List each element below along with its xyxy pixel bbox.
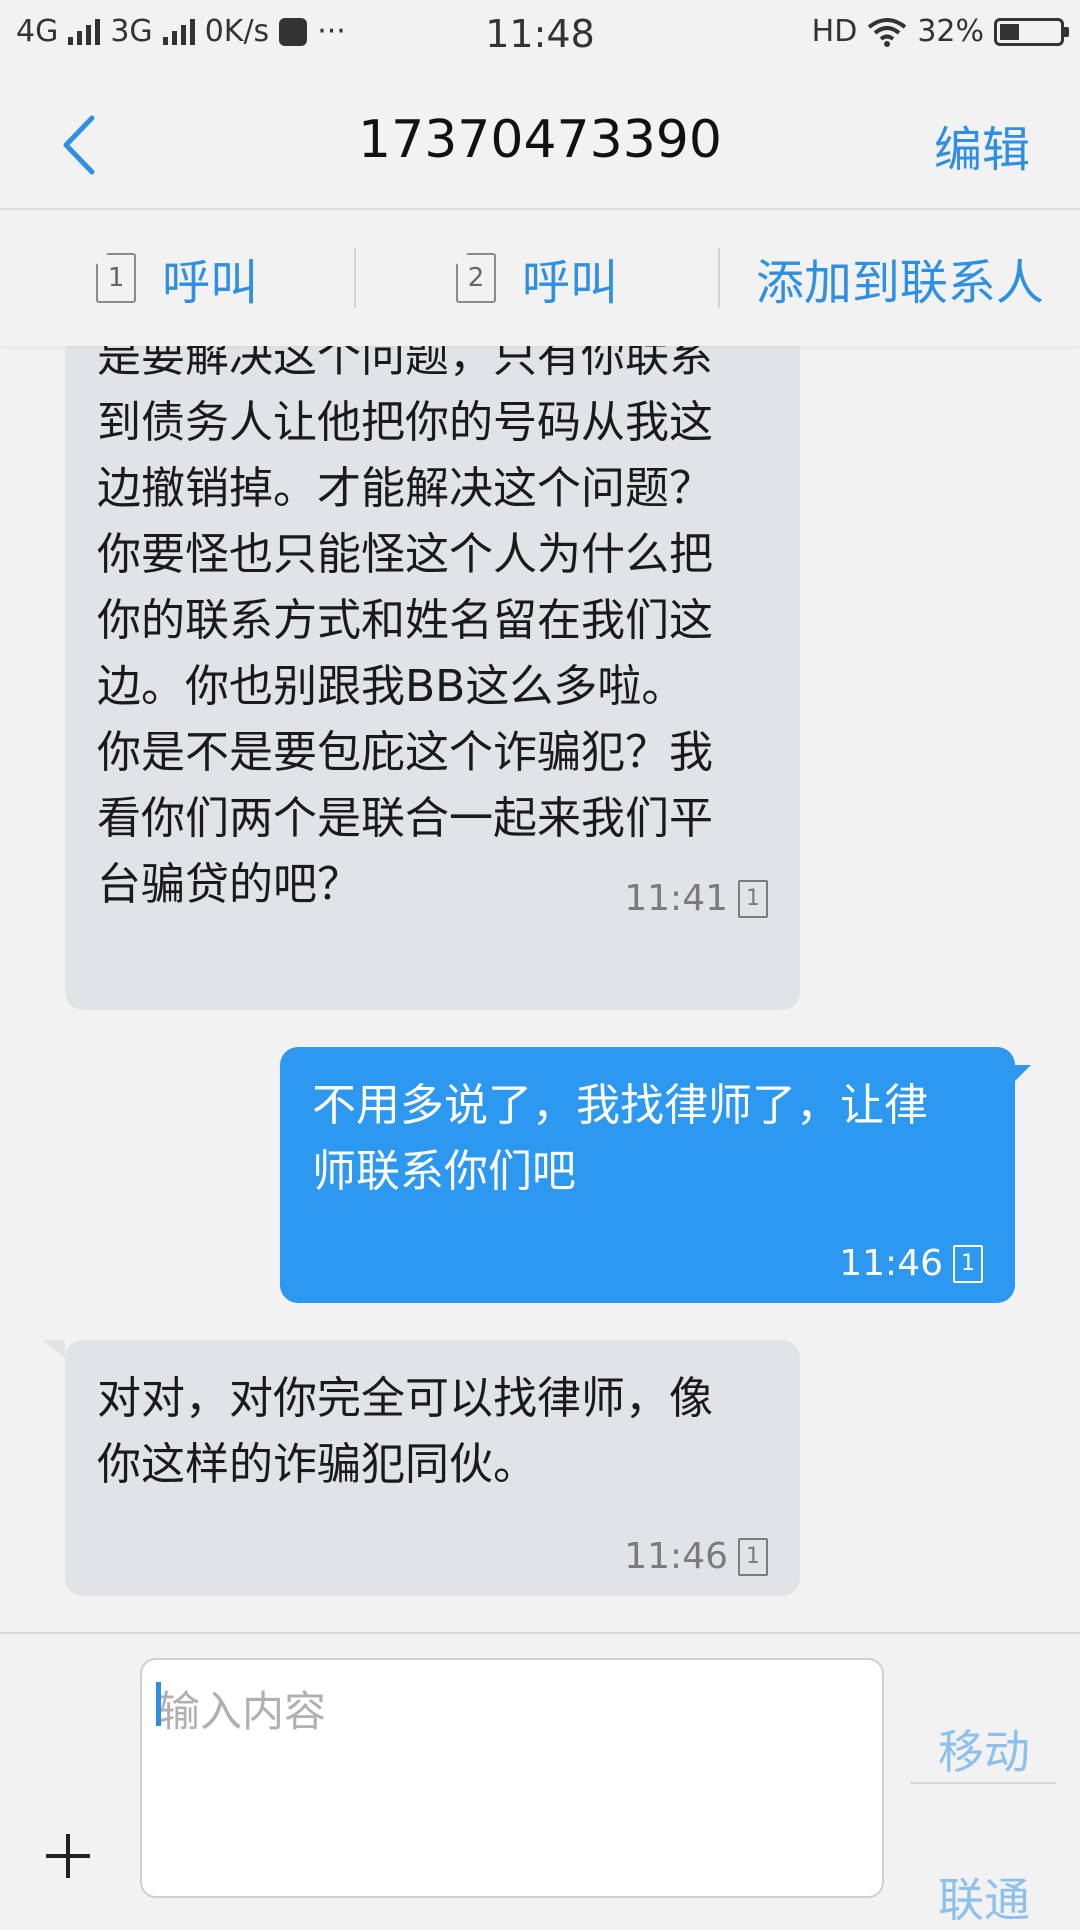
divider: [910, 1782, 1056, 1784]
battery-percent: 32%: [917, 14, 984, 49]
message-input-placeholder: 输入内容: [158, 1687, 327, 1736]
status-right: HD 32%: [811, 14, 1069, 49]
action-row: 1 呼叫 2 呼叫 添加到联系人: [0, 210, 1080, 346]
call-sim1-button[interactable]: 1 呼叫: [0, 210, 354, 346]
call-sim2-label: 呼叫: [522, 255, 619, 311]
sim-card-1-icon: 1: [96, 253, 137, 303]
sim-card-2-icon: 2: [456, 253, 496, 303]
message-meta: 11:41 1: [624, 878, 768, 919]
call-sim1-label: 呼叫: [162, 255, 259, 311]
sim-card-icon: 1: [738, 879, 768, 918]
add-to-contacts-button[interactable]: 添加到联系人: [720, 210, 1080, 346]
send-via-unicom-button[interactable]: 联通: [938, 1864, 1030, 1930]
bubble-tail: [1015, 1065, 1031, 1081]
message-text: 不用多说了，我找律师了，让律 师联系你们吧: [312, 1080, 928, 1197]
compose-bar: 输入内容 移动 联通: [0, 1632, 1080, 1927]
hd-label: HD: [811, 14, 858, 49]
incoming-message[interactable]: 对对，对你完全可以找律师，像 你这样的诈骗犯同伙。 11:46 1: [43, 1340, 800, 1596]
status-bar: 4G 3G 0K/s ··· 11:48 HD 32%: [0, 0, 1080, 80]
edit-button[interactable]: 编辑: [934, 110, 1030, 180]
incoming-message[interactable]: 是要解决这个问题，只有你联系 到债务人让他把你的号码从我这 边撤销掉。才能解决这…: [65, 346, 800, 1010]
sim-card-icon: 1: [738, 1537, 768, 1576]
message-meta: 11:46 1: [839, 1243, 983, 1284]
bubble-tail: [43, 1340, 65, 1358]
message-text: 对对，对你完全可以找律师，像 你这样的诈骗犯同伙。: [97, 1373, 713, 1490]
conversation-header: 17370473390 编辑: [0, 80, 1080, 210]
battery-icon: [994, 17, 1069, 46]
message-time: 11:46: [839, 1243, 943, 1284]
message-meta: 11:46 1: [624, 1536, 768, 1577]
text-cursor: [156, 1682, 161, 1726]
outgoing-message[interactable]: 不用多说了，我找律师了，让律 师联系你们吧 11:46 1: [280, 1047, 1031, 1303]
wifi-icon: [868, 17, 907, 47]
battery-level: [1000, 23, 1019, 40]
send-via-mobile-button[interactable]: 移动: [938, 1716, 1030, 1782]
message-list[interactable]: 是要解决这个问题，只有你联系 到债务人让他把你的号码从我这 边撤销掉。才能解决这…: [0, 346, 1080, 1631]
message-input[interactable]: 输入内容: [140, 1658, 884, 1898]
call-sim2-button[interactable]: 2 呼叫: [356, 210, 717, 346]
sim-card-icon: 1: [953, 1244, 983, 1283]
contact-number-title: 17370473390: [358, 110, 722, 170]
message-time: 11:41: [624, 878, 728, 919]
plus-icon[interactable]: [46, 1834, 90, 1878]
message-text: 是要解决这个问题，只有你联系 到债务人让他把你的号码从我这 边撤销掉。才能解决这…: [97, 346, 713, 910]
message-time: 11:46: [624, 1536, 728, 1577]
